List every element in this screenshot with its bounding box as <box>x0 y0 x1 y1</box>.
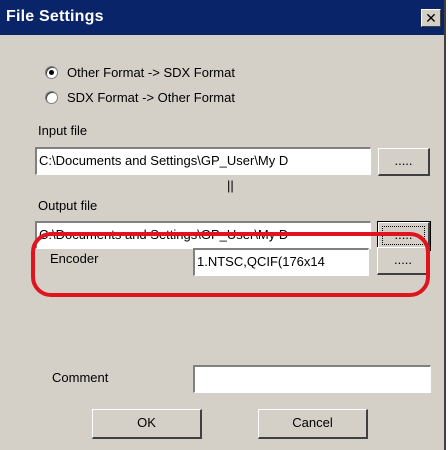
browse-button-label: ..... <box>393 252 413 267</box>
close-button[interactable]: ✕ <box>421 9 441 27</box>
radio-button-unchecked[interactable] <box>45 90 58 104</box>
focus-rectangle <box>382 226 425 245</box>
ok-button-label: OK <box>137 415 156 430</box>
input-file-label: Input file <box>38 123 88 138</box>
radio-other-to-sdx[interactable]: Other Format -> SDX Format <box>45 62 235 82</box>
comment-field[interactable] <box>193 365 431 393</box>
close-icon: ✕ <box>425 10 437 26</box>
encoder-field[interactable]: 1.NTSC,QCIF(176x14 <box>193 248 369 276</box>
radio-label: Other Format -> SDX Format <box>67 64 235 80</box>
radio-label: SDX Format -> Other Format <box>67 89 235 105</box>
arrow-separator: || <box>227 178 234 193</box>
file-settings-dialog: File Settings ✕ Other Format -> SDX Form… <box>0 0 446 450</box>
cancel-button-label: Cancel <box>292 415 333 430</box>
output-file-field[interactable]: C:\Documents and Settings\GP_User\My D <box>35 221 371 249</box>
window-title: File Settings <box>6 8 104 25</box>
radio-dot-icon <box>49 69 54 75</box>
comment-label: Comment <box>52 370 109 385</box>
title-bar: File Settings ✕ <box>0 0 444 35</box>
encoder-label: Encoder <box>50 251 99 266</box>
encoder-browse-button[interactable]: ..... <box>377 247 430 275</box>
input-file-browse-button[interactable]: ..... <box>378 148 430 176</box>
browse-button-label: ..... <box>394 153 413 168</box>
output-file-browse-button[interactable]: ..... <box>377 221 431 251</box>
cancel-button[interactable]: Cancel <box>258 409 368 439</box>
output-file-label: Output file <box>38 198 98 213</box>
radio-button-checked[interactable] <box>45 65 58 79</box>
ok-button[interactable]: OK <box>92 409 202 439</box>
input-file-field[interactable]: C:\Documents and Settings\GP_User\My D <box>35 147 371 175</box>
radio-sdx-to-other[interactable]: SDX Format -> Other Format <box>45 87 235 107</box>
